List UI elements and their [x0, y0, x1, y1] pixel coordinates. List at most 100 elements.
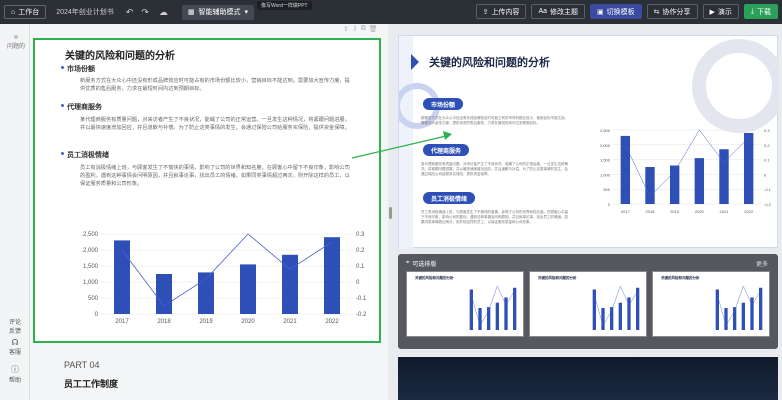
bar — [645, 167, 655, 204]
x-tick-label: 2018 — [646, 209, 656, 214]
layout-thumbnail[interactable]: 关键的风险和问题的分析 — [652, 271, 770, 337]
bar — [324, 237, 340, 314]
slide-controls: ⇧ ⇩ ⧉ 🗑 — [343, 25, 378, 33]
preview-slide[interactable]: 关键的风险和问题的分析 市场份额 新服务方式在大众心中还没有形成品牌效应时可能占… — [398, 35, 779, 249]
theme-button[interactable]: Aa 修改主题 — [531, 4, 585, 19]
undo-icon[interactable]: ↶ — [126, 7, 134, 18]
more-link[interactable]: 更多 — [756, 259, 768, 268]
y-tick-label: 1,000 — [600, 172, 611, 177]
preview-chart: 2,500 0.3 2,000 0.2 1,500 0.1 1,000 0 500 -0.1 0 -0… — [600, 128, 772, 214]
copy-icon[interactable]: ⧉ — [361, 25, 366, 33]
section-text[interactable]: 某代理商服务有质量问题，对来访者产生了不良状况，能蝇了公司的正常运营。一旦发生这… — [80, 116, 350, 132]
download-button[interactable]: ⤓ 下载 — [743, 4, 778, 19]
redo-icon[interactable]: ↷ — [141, 7, 149, 18]
y2-tick-label: 0.1 — [356, 264, 365, 270]
share-button[interactable]: ⇆ 协作分享 — [646, 4, 698, 19]
x-tick-label: 2018 — [157, 319, 171, 325]
share-icon: ⇆ — [653, 8, 660, 16]
y-tick-label: 2,500 — [600, 128, 611, 133]
y2-tick-label: 0 — [764, 172, 767, 177]
document-title[interactable]: 2024年创业计划书 — [56, 7, 114, 17]
top-bar: ⌂ 工作台 2024年创业计划书 ↶ ↷ ☁ ▦ 智能辅助模式 ▾ 像写Word… — [0, 0, 782, 24]
layout-thumbnail[interactable]: 关键的风险和问题的分析 — [529, 271, 647, 337]
x-tick-label: 2021 — [283, 319, 297, 325]
y-tick-label: 500 — [603, 187, 610, 192]
feedback-button[interactable]: 评论 反馈 — [3, 317, 27, 335]
bar — [156, 274, 172, 314]
line-series — [594, 285, 638, 327]
bar — [694, 158, 705, 204]
present-icon: ▶ — [709, 8, 715, 16]
section-text[interactable]: 新服务方式在大众心中还没有形成品牌效应时可能占有的市场份额比较小，营销目标不能达… — [80, 77, 350, 93]
x-tick-label: 2022 — [744, 209, 754, 214]
cloud-icon[interactable]: ☁ — [159, 7, 168, 18]
expand-icon: » — [13, 32, 19, 41]
preview-text: 员工有消极情绪上班，与顾客发生了不愉快的事情，影响了公司的世界和知名度。在顾客心… — [421, 210, 568, 224]
line-series — [471, 285, 515, 327]
arrow-down-icon[interactable]: ⇩ — [352, 25, 358, 33]
y-tick-label: 0 — [608, 202, 611, 207]
headset-icon: ☊ — [11, 338, 19, 347]
outline-toggle[interactable]: » 问题的 — [6, 32, 26, 50]
thumbnail-chart — [715, 285, 763, 330]
upload-button[interactable]: ⇪ 上传内容 — [475, 4, 527, 19]
pin-icon: ⌖ — [406, 260, 410, 266]
preview-badge: 市场份额 — [423, 98, 464, 110]
bar — [513, 287, 517, 330]
y2-tick-label: 0.2 — [764, 143, 770, 148]
bar — [282, 254, 298, 314]
next-slide-preview[interactable] — [398, 357, 778, 400]
next-part-title[interactable]: 员工工作制度 — [64, 377, 118, 390]
y2-tick-label: -0.1 — [764, 187, 772, 192]
section-heading[interactable]: 代理商服务 — [61, 102, 102, 112]
y-tick-label: 2,000 — [83, 248, 99, 254]
section-text[interactable]: 员工有消极情绪上班，与顾客发生了不愉快的事情，影响了公司的世界和知名度。在顾客心… — [80, 164, 350, 188]
editor-slide[interactable]: 关键的风险和问题的分析 市场份额 新服务方式在大众心中还没有形成品牌效应时可能占… — [33, 38, 381, 343]
switch-template-button[interactable]: ▣ 切换模板 — [590, 4, 642, 19]
y-tick-label: 2,000 — [600, 143, 611, 148]
help-icon: ⓘ — [11, 365, 19, 374]
font-icon: Aa — [538, 8, 547, 15]
layout-panel: ⌖ 可选排版 更多 关键的风险和问题的分析 关键的风险和问题的分析 关键的风险和… — [398, 254, 778, 349]
arrow-up-icon[interactable]: ⇧ — [343, 25, 349, 33]
y2-tick-label: 0.2 — [356, 248, 365, 254]
y-tick-label: 1,000 — [83, 280, 99, 286]
customer-service-button[interactable]: ☊ 客服 — [3, 338, 27, 356]
y-tick-label: 2,500 — [83, 232, 99, 238]
section-heading[interactable]: 员工消极情绪 — [61, 150, 109, 160]
bar — [719, 149, 729, 204]
x-tick-label: 2020 — [241, 319, 255, 325]
section-heading[interactable]: 市场份额 — [61, 64, 95, 74]
bar — [495, 302, 499, 330]
layout-thumbnail[interactable]: 关键的风险和问题的分析 — [406, 271, 524, 337]
grid-icon: ▦ — [187, 9, 195, 16]
mode-selector[interactable]: ▦ 智能辅助模式 ▾ — [181, 4, 255, 20]
bar — [636, 287, 640, 330]
left-rail: » 问题的 评论 反馈 ☊ 客服 ⓘ 帮助 — [0, 24, 30, 400]
slide-title[interactable]: 关键的风险和问题的分析 — [65, 47, 175, 62]
y2-tick-label: -0.1 — [356, 296, 367, 302]
bar — [114, 240, 130, 314]
bar — [743, 132, 754, 204]
help-button[interactable]: ⓘ 帮助 — [3, 364, 27, 384]
line-series — [717, 285, 761, 327]
delete-icon[interactable]: 🗑 — [369, 25, 378, 33]
home-icon: ⌂ — [11, 8, 16, 16]
bar-line-chart[interactable]: 2,500 0.3 2,000 0.2 1,500 0.1 1,000 0 500 -0.1 0 -0… — [75, 228, 373, 328]
bar — [618, 302, 622, 330]
template-icon: ▣ — [597, 8, 604, 16]
y-tick-label: 0 — [95, 312, 99, 318]
y-tick-label: 500 — [88, 296, 99, 302]
preview-title: 关键的风险和问题的分析 — [429, 57, 550, 69]
bar — [620, 135, 631, 204]
preview-badge: 员工消极情绪 — [423, 192, 476, 204]
scrollbar[interactable] — [389, 207, 392, 219]
x-tick-label: 2019 — [670, 209, 680, 214]
workspace-button[interactable]: ⌂ 工作台 — [4, 5, 47, 19]
x-tick-label: 2022 — [325, 319, 339, 325]
chevron-down-icon: ▾ — [244, 9, 249, 16]
present-button[interactable]: ▶ 演示 — [702, 4, 739, 19]
bar — [601, 308, 605, 330]
thumbnail-chart — [592, 285, 640, 330]
bar — [592, 289, 596, 330]
